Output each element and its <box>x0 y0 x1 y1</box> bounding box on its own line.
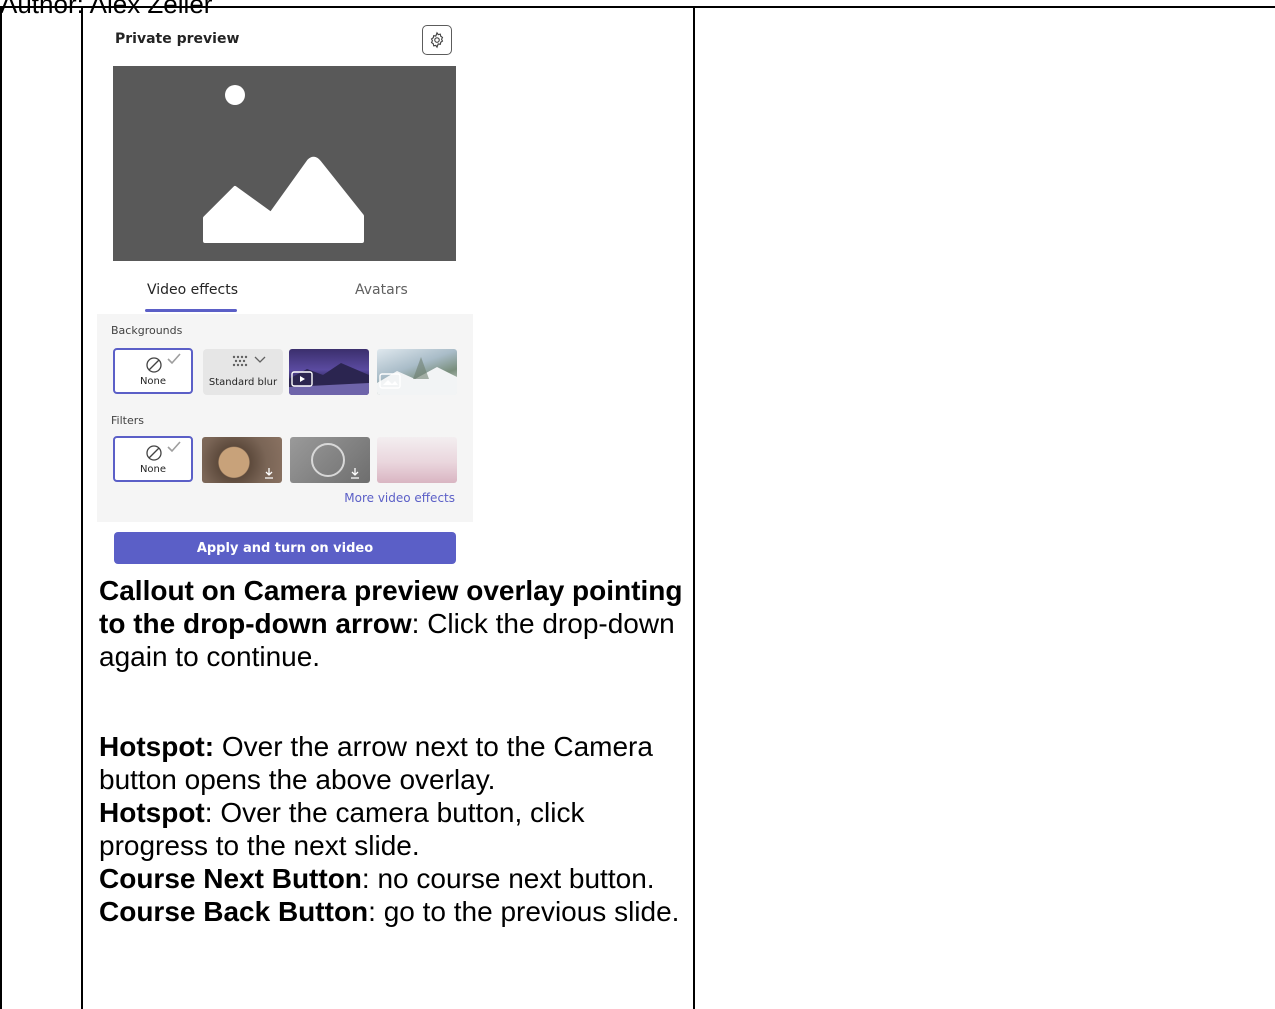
checkmark-icon <box>167 353 181 365</box>
filters-label: Filters <box>111 414 144 427</box>
image-placeholder-icon <box>203 85 364 243</box>
download-icon <box>265 468 273 479</box>
course-next-paragraph: Course Next Button: no course next butto… <box>99 862 689 895</box>
hotspot-1-paragraph: Hotspot: Over the arrow next to the Came… <box>99 730 689 796</box>
more-video-effects-link[interactable]: More video effects <box>344 491 455 505</box>
standard-blur-tile[interactable]: Standard blur <box>203 349 283 395</box>
chevron-down-icon[interactable] <box>254 356 266 364</box>
video-icon <box>291 371 313 387</box>
standard-blur-label: Standard blur <box>208 377 278 388</box>
none-icon <box>146 357 162 373</box>
hotspot-2-paragraph: Hotspot: Over the camera button, click p… <box>99 796 689 862</box>
filter-none-label: None <box>139 464 167 475</box>
blur-icon <box>232 355 248 367</box>
filter-tile-1[interactable] <box>202 437 282 483</box>
table-border-left <box>0 6 2 1009</box>
checkmark-icon <box>167 441 181 453</box>
tab-video-effects[interactable]: Video effects <box>147 282 238 298</box>
background-image-tile-1[interactable] <box>289 349 369 395</box>
filter-tile-3[interactable] <box>377 437 457 483</box>
hotspot-1-label: Hotspot: <box>99 731 215 762</box>
filter-tile-2[interactable] <box>290 437 370 483</box>
hotspot-2-label: Hotspot <box>99 797 205 828</box>
table-column-divider <box>693 6 695 1009</box>
panel-title: Private preview <box>115 31 240 47</box>
background-none-label: None <box>139 376 167 387</box>
none-icon <box>146 445 162 461</box>
download-icon <box>351 468 359 479</box>
course-next-label: Course Next Button <box>99 863 362 894</box>
private-preview-panel: Private preview Video effects Avatars Ba… <box>97 14 473 574</box>
table-inner-left <box>81 6 83 1009</box>
image-icon <box>379 373 401 389</box>
background-image-tile-2[interactable] <box>377 349 457 395</box>
backgrounds-label: Backgrounds <box>111 324 183 337</box>
filter-none-tile[interactable]: None <box>113 436 193 482</box>
course-next-text: : no course next button. <box>361 863 655 894</box>
table-border-top <box>0 6 1275 8</box>
gear-icon <box>430 31 444 49</box>
course-back-text: : go to the previous slide. <box>368 896 680 927</box>
course-back-paragraph: Course Back Button: go to the previous s… <box>99 895 689 928</box>
instruction-text: Callout on Camera preview overlay pointi… <box>99 574 689 928</box>
course-back-label: Course Back Button <box>99 896 369 927</box>
background-none-tile[interactable]: None <box>113 348 193 394</box>
camera-preview <box>113 66 456 261</box>
tab-avatars[interactable]: Avatars <box>355 282 408 298</box>
callout-paragraph: Callout on Camera preview overlay pointi… <box>99 574 689 673</box>
settings-button[interactable] <box>422 25 452 55</box>
apply-and-turn-on-video-button[interactable]: Apply and turn on video <box>114 532 456 564</box>
active-tab-indicator <box>145 309 237 312</box>
